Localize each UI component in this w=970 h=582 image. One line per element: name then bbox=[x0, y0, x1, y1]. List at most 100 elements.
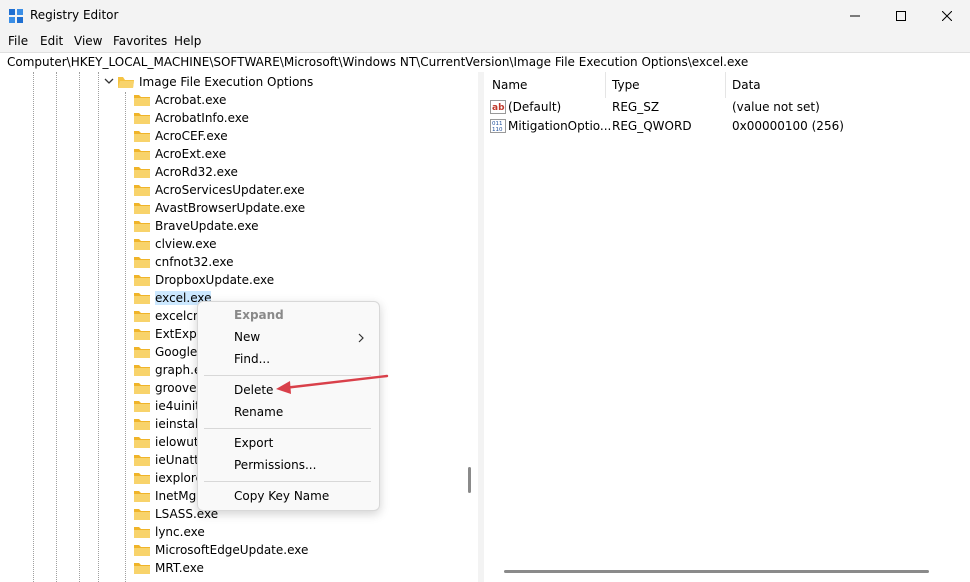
tree-node[interactable]: GoogleU bbox=[134, 343, 206, 361]
tree-node-label: AcroCEF.exe bbox=[155, 129, 228, 143]
tree-node[interactable]: clview.exe bbox=[134, 235, 217, 253]
folder-icon bbox=[134, 310, 150, 322]
values-pane[interactable]: Name Type Data ab (Default) REG_SZ (valu… bbox=[484, 72, 970, 582]
tree-node[interactable]: excelcn bbox=[134, 307, 201, 325]
tree-node-label: DropboxUpdate.exe bbox=[155, 273, 275, 287]
tree-node[interactable]: MRT.exe bbox=[134, 559, 204, 577]
tree-node-label: AvastBrowserUpdate.exe bbox=[155, 201, 306, 215]
tree-guide-line bbox=[79, 72, 80, 582]
menu-separator bbox=[204, 428, 371, 429]
column-header-type[interactable]: Type bbox=[612, 72, 640, 98]
column-header-name[interactable]: Name bbox=[492, 72, 527, 98]
tree-node[interactable]: groove. bbox=[134, 379, 200, 397]
menu-item-copy-key-name[interactable]: Copy Key Name bbox=[234, 489, 329, 503]
folder-icon bbox=[134, 472, 150, 484]
folder-icon bbox=[134, 562, 150, 574]
minimize-button[interactable] bbox=[832, 0, 878, 31]
tree-node[interactable]: InetMgr bbox=[134, 487, 201, 505]
folder-icon bbox=[134, 400, 150, 412]
tree-node[interactable]: AcrobatInfo.exe bbox=[134, 109, 249, 127]
value-row[interactable]: ab (Default) REG_SZ (value not set) bbox=[484, 98, 970, 117]
tree-node[interactable]: graph.e bbox=[134, 361, 201, 379]
tree-node-label: Image File Execution Options bbox=[139, 75, 314, 89]
folder-icon bbox=[134, 292, 150, 304]
title-bar: Registry Editor bbox=[0, 0, 970, 31]
tree-node[interactable]: ExtExpo bbox=[134, 325, 204, 343]
tree-node[interactable]: lync.exe bbox=[134, 523, 205, 541]
tree-guide-line bbox=[56, 72, 57, 582]
tree-scrollbar[interactable] bbox=[468, 467, 471, 493]
tree-node[interactable]: Acrobat.exe bbox=[134, 91, 226, 109]
values-scrollbar[interactable] bbox=[504, 570, 929, 573]
menu-view[interactable]: View bbox=[74, 34, 102, 48]
binary-value-icon: 011 110 bbox=[490, 119, 506, 133]
tree-node[interactable]: ieUnatt. bbox=[134, 451, 203, 469]
string-value-icon: ab bbox=[490, 100, 506, 114]
tree-node[interactable]: ielowuti bbox=[134, 433, 202, 451]
tree-node-label: groove. bbox=[155, 381, 201, 395]
column-separator[interactable] bbox=[605, 72, 606, 98]
menu-item-new[interactable]: New bbox=[234, 330, 260, 344]
context-menu: Expand New Find... Delete Rename Export … bbox=[197, 301, 380, 511]
tree-node[interactable]: MicrosoftEdgeUpdate.exe bbox=[134, 541, 308, 559]
tree-node-label: Acrobat.exe bbox=[155, 93, 227, 107]
menu-edit[interactable]: Edit bbox=[40, 34, 63, 48]
address-path[interactable]: Computer\HKEY_LOCAL_MACHINE\SOFTWARE\Mic… bbox=[7, 55, 748, 69]
annotation-arrow-icon bbox=[276, 374, 389, 394]
menu-item-expand: Expand bbox=[234, 308, 284, 322]
value-row[interactable]: 011 110 MitigationOptio... REG_QWORD 0x0… bbox=[484, 117, 970, 136]
folder-icon bbox=[134, 436, 150, 448]
tree-node[interactable]: AcroServicesUpdater.exe bbox=[134, 181, 305, 199]
menu-item-rename[interactable]: Rename bbox=[234, 405, 283, 419]
chevron-right-icon bbox=[358, 333, 364, 343]
tree-node-label: AcroServicesUpdater.exe bbox=[155, 183, 305, 197]
menu-item-permissions[interactable]: Permissions... bbox=[234, 458, 316, 472]
tree-node-label: clview.exe bbox=[155, 237, 217, 251]
menu-separator bbox=[204, 481, 371, 482]
tree-node-label: AcroExt.exe bbox=[155, 147, 227, 161]
minimize-icon bbox=[850, 15, 860, 16]
tree-node[interactable]: ie4uinit. bbox=[134, 397, 204, 415]
folder-icon bbox=[134, 418, 150, 430]
tree-node[interactable]: iexplore bbox=[134, 469, 203, 487]
column-header-data[interactable]: Data bbox=[732, 72, 761, 98]
folder-icon bbox=[134, 184, 150, 196]
tree-node-label: graph.e bbox=[155, 363, 202, 377]
tree-node[interactable]: cnfnot32.exe bbox=[134, 253, 233, 271]
svg-text:ab: ab bbox=[492, 103, 505, 113]
folder-icon bbox=[134, 148, 150, 160]
close-button[interactable] bbox=[924, 0, 970, 31]
address-bar[interactable]: Computer\HKEY_LOCAL_MACHINE\SOFTWARE\Mic… bbox=[0, 52, 970, 73]
folder-icon bbox=[134, 94, 150, 106]
tree-node-parent[interactable]: Image File Execution Options bbox=[118, 73, 313, 91]
tree-node-label: excelcn bbox=[155, 309, 201, 323]
tree-node[interactable]: AcroCEF.exe bbox=[134, 127, 228, 145]
folder-icon bbox=[134, 526, 150, 538]
menu-help[interactable]: Help bbox=[174, 34, 201, 48]
folder-icon bbox=[134, 130, 150, 142]
folder-icon bbox=[134, 382, 150, 394]
menu-file[interactable]: File bbox=[8, 34, 28, 48]
menu-favorites[interactable]: Favorites bbox=[113, 34, 167, 48]
chevron-down-icon[interactable] bbox=[104, 76, 114, 86]
tree-node-label: iexplore bbox=[155, 471, 203, 485]
tree-node-label: lync.exe bbox=[155, 525, 205, 539]
menu-item-find[interactable]: Find... bbox=[234, 352, 270, 366]
folder-icon bbox=[134, 544, 150, 556]
registry-editor-icon bbox=[9, 9, 23, 23]
tree-node[interactable]: AvastBrowserUpdate.exe bbox=[134, 199, 305, 217]
tree-node[interactable]: ieinstal. bbox=[134, 415, 202, 433]
tree-node-label: MRT.exe bbox=[155, 561, 204, 575]
maximize-button[interactable] bbox=[878, 0, 924, 31]
tree-node[interactable]: DropboxUpdate.exe bbox=[134, 271, 274, 289]
tree-node[interactable]: AcroExt.exe bbox=[134, 145, 226, 163]
folder-icon bbox=[134, 256, 150, 268]
menu-item-export[interactable]: Export bbox=[234, 436, 273, 450]
tree-node[interactable]: AcroRd32.exe bbox=[134, 163, 238, 181]
menu-bar: File Edit View Favorites Help bbox=[0, 31, 970, 52]
tree-guide-line bbox=[125, 92, 126, 582]
tree-node-label: ieinstal. bbox=[155, 417, 203, 431]
column-separator[interactable] bbox=[725, 72, 726, 98]
tree-node[interactable]: BraveUpdate.exe bbox=[134, 217, 259, 235]
menu-item-delete[interactable]: Delete bbox=[234, 383, 273, 397]
